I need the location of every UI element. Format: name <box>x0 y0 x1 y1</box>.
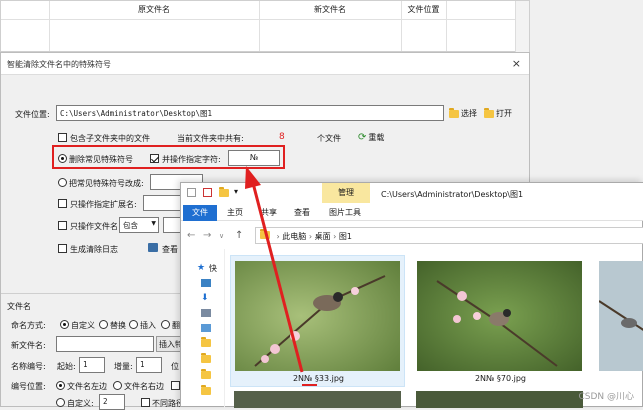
annotation-arrow <box>245 166 304 373</box>
